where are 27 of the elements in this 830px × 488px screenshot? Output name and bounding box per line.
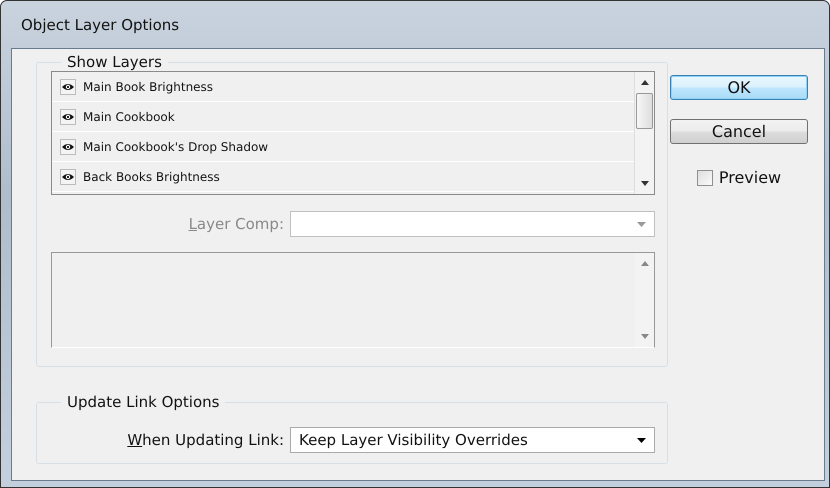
eye-icon[interactable]: [60, 138, 76, 154]
layer-name: Main Book Brightness: [83, 80, 214, 94]
layer-name: Back Books Brightness: [83, 170, 220, 184]
eye-icon[interactable]: [60, 108, 76, 124]
layer-comp-label: Layer Comp:: [188, 215, 284, 233]
group-title: Update Link Options: [66, 393, 220, 411]
scrollbar[interactable]: [634, 72, 654, 194]
dialog-button[interactable]: OK: [670, 75, 808, 100]
group-title: Show Layers: [66, 53, 163, 71]
eye-icon[interactable]: [60, 78, 76, 94]
layer-row[interactable]: Back Books Brightness: [52, 162, 634, 192]
layer-row[interactable]: Main Book Brightness: [52, 72, 634, 102]
dialog-button[interactable]: Cancel: [670, 119, 808, 144]
dropdown-arrow-icon[interactable]: [637, 438, 646, 442]
scroll-down-icon[interactable]: [640, 181, 648, 186]
when-updating-label: When Updating Link:: [127, 431, 284, 449]
window-title: Object Layer Options: [21, 16, 180, 34]
layer-name: Main Cookbook's Drop Shadow: [83, 140, 268, 154]
preview-checkbox[interactable]: [696, 170, 713, 186]
scroll-up-icon[interactable]: [640, 80, 648, 85]
layer-row[interactable]: Main Cookbook's Drop Shadow: [52, 132, 634, 162]
eye-icon[interactable]: [60, 168, 76, 184]
update-link-dropdown[interactable]: Keep Layer Visibility Overrides: [290, 427, 655, 453]
layer-name: Main Cookbook: [83, 110, 175, 124]
layer-row[interactable]: Main Cookbook: [52, 102, 634, 132]
preview-label: Preview: [718, 168, 782, 187]
scroll-thumb[interactable]: [636, 93, 653, 129]
